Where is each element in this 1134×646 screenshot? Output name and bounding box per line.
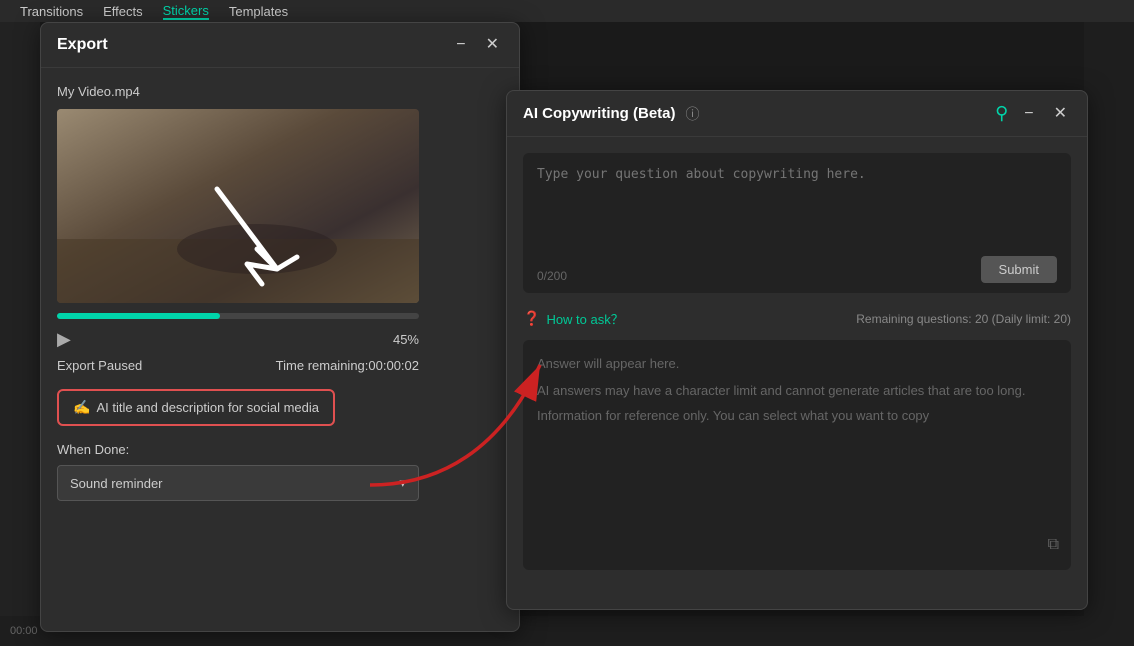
- ai-panel-close-button[interactable]: ✕: [1050, 104, 1071, 124]
- sound-reminder-select[interactable]: Sound reminder ▾: [57, 465, 419, 501]
- nav-templates[interactable]: Templates: [229, 4, 288, 19]
- copy-icon[interactable]: ⧉: [1048, 532, 1059, 558]
- submit-button[interactable]: Submit: [981, 256, 1057, 283]
- when-done-label: When Done:: [57, 442, 503, 457]
- export-minimize-button[interactable]: −: [452, 35, 469, 55]
- ai-button-label: AI title and description for social medi…: [96, 400, 319, 415]
- info-icon[interactable]: ⓘ: [686, 104, 700, 124]
- progress-bar-fill: [57, 313, 220, 319]
- left-panel: [0, 22, 40, 646]
- export-dialog-controls: − ✕: [452, 35, 503, 55]
- how-to-ask-row: ❓ How to ask？ Remaining questions: 20 (D…: [523, 309, 1071, 328]
- answer-line2: AI answers may have a character limit an…: [537, 381, 1057, 402]
- ai-question-input[interactable]: [537, 167, 1057, 247]
- export-body: My Video.mp4: [41, 68, 519, 517]
- remaining-questions: Remaining questions: 20 (Daily limit: 20…: [856, 312, 1071, 326]
- progress-bar-container: [57, 313, 419, 319]
- answer-line3: Information for reference only. You can …: [537, 406, 1057, 427]
- export-title-bar: Export − ✕: [41, 23, 519, 68]
- ai-panel-title-left: AI Copywriting (Beta) ⓘ: [523, 104, 700, 124]
- export-paused-row: Export Paused Time remaining:00:00:02: [57, 358, 419, 373]
- ai-icon: ✍: [73, 399, 90, 416]
- export-dialog: Export − ✕ My Video.mp4: [40, 22, 520, 632]
- export-status-row: ▶ 45%: [57, 329, 419, 350]
- ai-panel-title: AI Copywriting (Beta): [523, 105, 676, 122]
- answer-line1: Answer will appear here.: [537, 354, 1057, 375]
- ai-panel-controls: ⚲ − ✕: [995, 103, 1071, 124]
- video-filename: My Video.mp4: [57, 84, 503, 99]
- nav-stickers[interactable]: Stickers: [163, 3, 209, 20]
- video-preview: [57, 109, 419, 303]
- export-percent: 45%: [393, 332, 419, 347]
- pin-icon[interactable]: ⚲: [995, 103, 1008, 124]
- export-close-button[interactable]: ✕: [482, 35, 503, 55]
- export-paused-status: Export Paused: [57, 358, 142, 373]
- nav-transitions[interactable]: Transitions: [20, 4, 83, 19]
- dropdown-chevron-icon: ▾: [399, 475, 406, 491]
- char-count: 0/200: [537, 269, 567, 283]
- time-label: 00:00: [10, 625, 38, 637]
- ai-copywriting-panel: AI Copywriting (Beta) ⓘ ⚲ − ✕ 0/200 Subm…: [506, 90, 1088, 610]
- question-circle-icon: ❓: [523, 310, 540, 327]
- how-to-ask-left: ❓ How to ask？: [523, 309, 624, 328]
- answer-area: Answer will appear here. AI answers may …: [523, 340, 1071, 570]
- right-panel: [1084, 22, 1134, 646]
- nav-bar: Transitions Effects Stickers Templates: [0, 0, 1134, 22]
- ai-social-media-button[interactable]: ✍ AI title and description for social me…: [57, 389, 335, 426]
- export-title: Export: [57, 36, 108, 54]
- ai-panel-minimize-button[interactable]: −: [1020, 104, 1037, 124]
- ai-textarea-container: 0/200 Submit: [523, 153, 1071, 293]
- time-remaining: Time remaining:00:00:02: [276, 358, 419, 373]
- sound-reminder-text: Sound reminder: [70, 476, 163, 491]
- video-arrow-drawing: [57, 109, 419, 303]
- nav-effects[interactable]: Effects: [103, 4, 143, 19]
- how-to-ask-link[interactable]: How to ask？: [546, 309, 623, 328]
- ai-panel-title-bar: AI Copywriting (Beta) ⓘ ⚲ − ✕: [507, 91, 1087, 137]
- play-pause-button[interactable]: ▶: [57, 329, 71, 350]
